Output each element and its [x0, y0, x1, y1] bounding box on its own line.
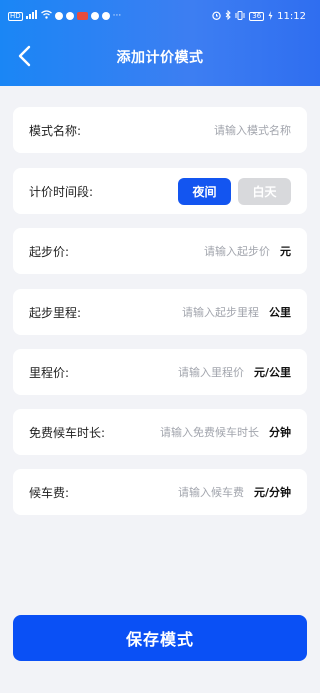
app-notice-icon	[76, 12, 88, 20]
free-wait-unit: 分钟	[269, 426, 291, 439]
charging-icon	[268, 10, 273, 23]
notification-icon	[65, 12, 74, 20]
status-left: HD ···	[8, 10, 121, 22]
start-price-label: 起步价:	[29, 244, 70, 259]
distance-price-label: 里程价:	[29, 365, 70, 380]
header: HD ··· 36 11:12 添加计价模式	[0, 0, 320, 86]
wait-fee-row: 候车费: 元/分钟	[13, 469, 307, 515]
alarm-icon	[212, 11, 221, 23]
start-distance-input[interactable]	[81, 305, 259, 319]
signal-icon	[25, 10, 38, 22]
start-distance-unit: 公里	[269, 306, 291, 319]
battery-indicator: 36	[249, 12, 265, 21]
start-distance-row: 起步里程: 公里	[13, 289, 307, 335]
page-title: 添加计价模式	[116, 50, 204, 66]
start-price-input[interactable]	[69, 244, 270, 258]
location-icon	[101, 12, 110, 20]
shield-icon	[54, 12, 63, 20]
bluetooth-icon	[225, 9, 231, 23]
nav-bar: 添加计价模式	[0, 38, 320, 74]
distance-price-input[interactable]	[69, 365, 244, 379]
status-right: 36 11:12	[212, 9, 306, 23]
start-price-unit: 元	[280, 245, 291, 258]
time-period-toggle: 夜间 白天	[178, 177, 291, 205]
distance-price-unit: 元/公里	[253, 366, 291, 379]
wifi-icon	[40, 10, 52, 22]
day-option-button[interactable]: 白天	[238, 177, 291, 205]
night-option-button[interactable]: 夜间	[178, 177, 231, 205]
mode-name-input[interactable]	[81, 123, 291, 137]
wait-fee-unit: 元/分钟	[253, 486, 291, 499]
more-notifications: ···	[112, 11, 122, 21]
distance-price-row: 里程价: 元/公里	[13, 349, 307, 395]
status-bar: HD ··· 36 11:12	[0, 0, 320, 32]
clock: 11:12	[277, 11, 306, 22]
wait-fee-input[interactable]	[69, 485, 244, 499]
time-period-row: 计价时间段: 夜间 白天	[13, 168, 307, 214]
start-distance-label: 起步里程:	[29, 305, 82, 320]
free-wait-input[interactable]	[105, 425, 259, 439]
vibrate-icon	[235, 10, 245, 23]
mode-name-row: 模式名称:	[13, 107, 307, 153]
start-price-row: 起步价: 元	[13, 228, 307, 274]
hd-badge: HD	[8, 11, 23, 21]
free-wait-label: 免费候车时长:	[29, 425, 106, 440]
app-icon	[90, 12, 99, 20]
wait-fee-label: 候车费:	[29, 485, 70, 500]
save-mode-button[interactable]: 保存模式	[13, 615, 307, 661]
mode-name-label: 模式名称:	[29, 123, 82, 138]
free-wait-row: 免费候车时长: 分钟	[13, 409, 307, 455]
time-period-label: 计价时间段:	[29, 184, 94, 199]
